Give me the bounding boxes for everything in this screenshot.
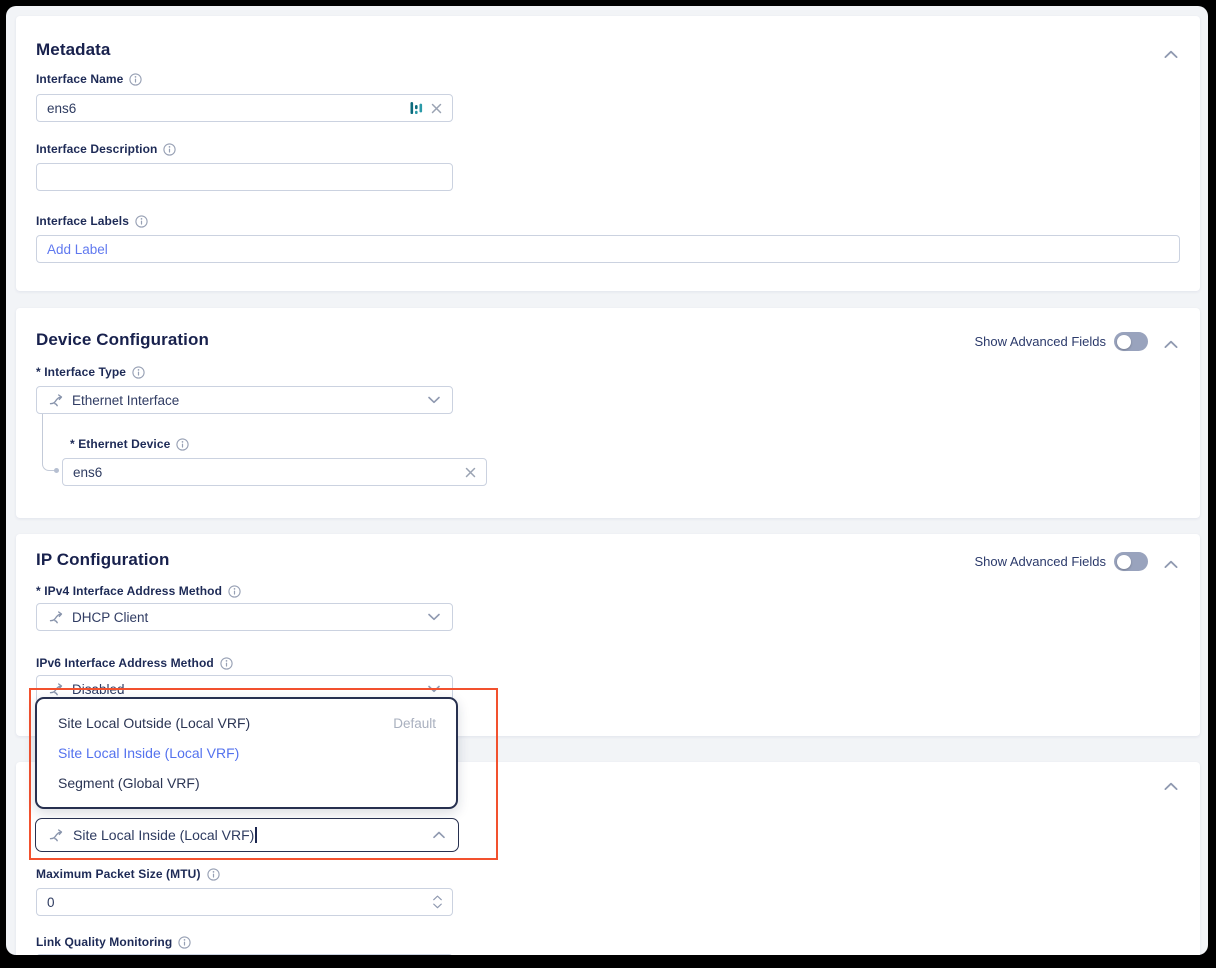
interface-description-input[interactable] (47, 170, 442, 185)
ipv4-method-value: DHCP Client (72, 610, 419, 625)
mtu-label: Maximum Packet Size (MTU) (36, 867, 201, 881)
ethernet-device-label-row: * Ethernet Device (70, 437, 189, 451)
type-fork-icon (49, 682, 63, 696)
vrf-combobox[interactable]: Site Local Inside (Local VRF) (35, 818, 459, 852)
clear-icon[interactable] (431, 103, 442, 114)
show-advanced-fields-label: Show Advanced Fields (974, 334, 1106, 349)
collapse-network-section-icon[interactable] (1164, 778, 1180, 794)
ethernet-device-field[interactable] (62, 458, 487, 486)
info-icon[interactable] (220, 657, 233, 670)
interface-name-input[interactable] (47, 101, 402, 116)
chevron-down-icon (428, 396, 440, 404)
add-label-input[interactable] (47, 242, 1169, 257)
type-fork-icon (49, 828, 63, 842)
value-match-bars-icon (410, 101, 423, 115)
show-advanced-fields-label: Show Advanced Fields (974, 554, 1106, 569)
type-fork-icon (49, 393, 63, 407)
vrf-option-segment-global[interactable]: Segment (Global VRF) (37, 768, 456, 798)
collapse-metadata-icon[interactable] (1164, 46, 1180, 62)
option-label: Site Local Inside (Local VRF) (58, 745, 436, 761)
toggle-knob (1117, 335, 1131, 349)
collapse-ip-configuration-icon[interactable] (1164, 556, 1180, 572)
interface-description-label: Interface Description (36, 142, 157, 156)
interface-name-label-row: Interface Name (36, 72, 142, 86)
mtu-input[interactable] (47, 895, 425, 910)
ethernet-device-input[interactable] (73, 465, 457, 480)
ipv6-method-value: Disabled (72, 682, 419, 697)
chevron-down-icon (428, 685, 440, 693)
number-stepper[interactable] (433, 895, 442, 909)
toggle-knob (1117, 555, 1131, 569)
chevron-up-icon (433, 831, 445, 839)
interface-labels-field[interactable] (36, 235, 1180, 263)
interface-type-label-row: * Interface Type (36, 365, 145, 379)
interface-name-label: Interface Name (36, 72, 123, 86)
interface-labels-label-row: Interface Labels (36, 214, 148, 228)
link-quality-label-row: Link Quality Monitoring (36, 935, 191, 949)
section-title-ip-configuration: IP Configuration (36, 550, 170, 570)
info-icon[interactable] (228, 585, 241, 598)
option-label: Segment (Global VRF) (58, 775, 436, 791)
interface-type-select[interactable]: Ethernet Interface (36, 386, 453, 414)
info-icon[interactable] (176, 438, 189, 451)
default-badge: Default (393, 716, 436, 731)
show-advanced-fields-row: Show Advanced Fields (974, 332, 1148, 351)
vrf-combobox-value: Site Local Inside (Local VRF) (73, 827, 257, 843)
ipv4-method-select[interactable]: DHCP Client (36, 603, 453, 631)
vrf-option-site-local-outside[interactable]: Site Local Outside (Local VRF) Default (37, 708, 456, 738)
metadata-section: Metadata Interface Name Interface Descri… (16, 16, 1200, 291)
link-quality-label: Link Quality Monitoring (36, 935, 172, 949)
info-icon[interactable] (129, 73, 142, 86)
clear-icon[interactable] (465, 467, 476, 478)
section-title-device-configuration: Device Configuration (36, 330, 209, 350)
nested-field-connector-dot (54, 468, 59, 473)
ipv6-method-label: IPv6 Interface Address Method (36, 656, 214, 670)
interface-type-label: * Interface Type (36, 365, 126, 379)
show-advanced-fields-toggle[interactable] (1114, 552, 1148, 571)
info-icon[interactable] (135, 215, 148, 228)
ipv4-method-label-row: * IPv4 Interface Address Method (36, 584, 241, 598)
interface-name-field[interactable] (36, 94, 453, 122)
show-advanced-fields-toggle[interactable] (1114, 332, 1148, 351)
interface-description-label-row: Interface Description (36, 142, 176, 156)
vrf-option-site-local-inside[interactable]: Site Local Inside (Local VRF) (37, 738, 456, 768)
nested-field-connector (42, 414, 56, 471)
interface-labels-label: Interface Labels (36, 214, 129, 228)
ipv4-method-label: * IPv4 Interface Address Method (36, 584, 222, 598)
form-page: Metadata Interface Name Interface Descri… (6, 6, 1208, 955)
type-fork-icon (49, 610, 63, 624)
info-icon[interactable] (163, 143, 176, 156)
option-label: Site Local Outside (Local VRF) (58, 715, 393, 731)
section-title-metadata: Metadata (36, 40, 111, 60)
ethernet-device-label: * Ethernet Device (70, 437, 170, 451)
text-cursor (255, 827, 257, 843)
show-advanced-fields-row: Show Advanced Fields (974, 552, 1148, 571)
device-configuration-section: Device Configuration Show Advanced Field… (16, 308, 1200, 518)
info-icon[interactable] (178, 936, 191, 949)
vrf-dropdown-panel: Site Local Outside (Local VRF) Default S… (35, 697, 458, 809)
interface-type-value: Ethernet Interface (72, 393, 419, 408)
link-quality-field[interactable] (36, 954, 453, 955)
chevron-down-icon (428, 613, 440, 621)
mtu-field[interactable] (36, 888, 453, 916)
info-icon[interactable] (132, 366, 145, 379)
interface-description-field[interactable] (36, 163, 453, 191)
info-icon[interactable] (207, 868, 220, 881)
collapse-device-configuration-icon[interactable] (1164, 336, 1180, 352)
ipv6-method-label-row: IPv6 Interface Address Method (36, 656, 233, 670)
mtu-label-row: Maximum Packet Size (MTU) (36, 867, 220, 881)
